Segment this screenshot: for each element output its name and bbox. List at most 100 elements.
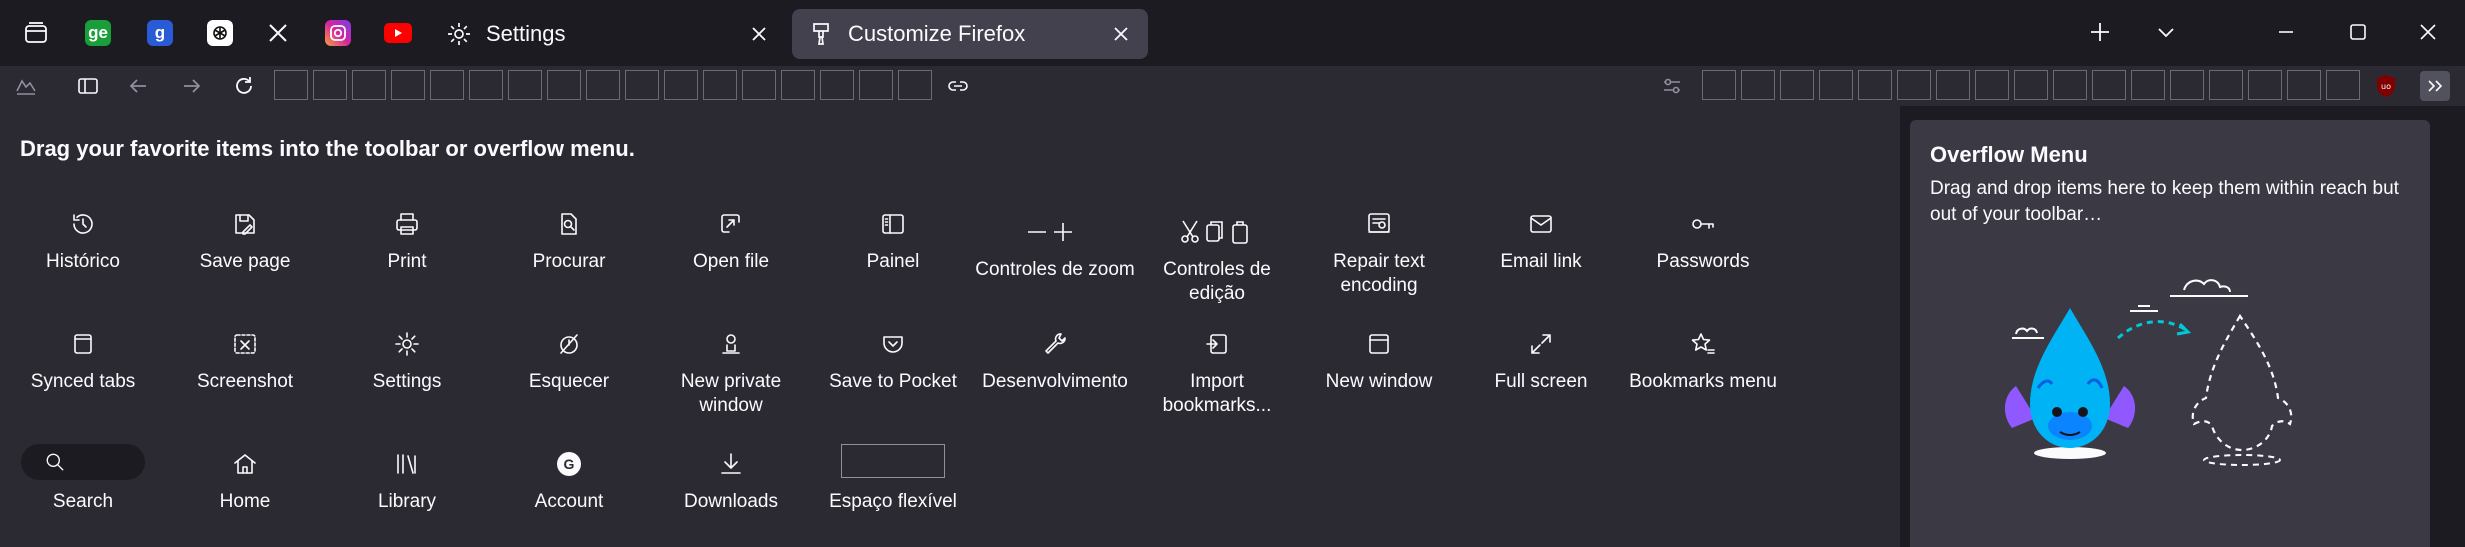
- palette-item-library[interactable]: Library: [326, 444, 488, 514]
- palette-item-search[interactable]: Search: [2, 444, 164, 514]
- palette-item-new-window[interactable]: New window: [1298, 324, 1460, 394]
- palette-item-flexible-space[interactable]: Espaço flexível: [812, 444, 974, 514]
- toolbar-spacer[interactable]: [2131, 70, 2165, 100]
- tab-customize-firefox[interactable]: Customize Firefox: [792, 9, 1148, 59]
- toolbar-spacer[interactable]: [313, 70, 347, 100]
- ublock-button[interactable]: uo: [2370, 70, 2402, 102]
- wrench-icon: [1045, 333, 1066, 354]
- toolbar-spacer[interactable]: [430, 70, 464, 100]
- svg-text:uo: uo: [2381, 82, 2391, 91]
- pinned-tab-x[interactable]: [258, 13, 298, 53]
- minimize-button[interactable]: [2262, 10, 2310, 54]
- palette-item-developer[interactable]: Desenvolvimento: [974, 324, 1136, 394]
- tab-manager-button[interactable]: [16, 13, 56, 53]
- toolbar-spacer[interactable]: [820, 70, 854, 100]
- palette-item-find[interactable]: Procurar: [488, 204, 650, 274]
- palette-item-synced-tabs[interactable]: Synced tabs: [2, 324, 164, 394]
- palette-item-settings[interactable]: Settings: [326, 324, 488, 394]
- palette-item-full-screen[interactable]: Full screen: [1460, 324, 1622, 394]
- item-label: Library: [377, 491, 437, 512]
- close-icon[interactable]: [1108, 21, 1134, 47]
- palette-item-save-page[interactable]: Save page: [164, 204, 326, 274]
- toolbar-spacer[interactable]: [625, 70, 659, 100]
- list-all-tabs-button[interactable]: [2142, 10, 2190, 54]
- toolbar-spacer[interactable]: [2053, 70, 2087, 100]
- toolbar-spacer[interactable]: [586, 70, 620, 100]
- palette-item-save-to-pocket[interactable]: Save to Pocket: [812, 324, 974, 394]
- toolbar-spacer[interactable]: [2170, 70, 2204, 100]
- toolbar-settings-button[interactable]: [1656, 70, 1688, 102]
- pinned-tab-g[interactable]: g: [140, 13, 180, 53]
- toolbar-spacer[interactable]: [274, 70, 308, 100]
- palette-item-downloads[interactable]: Downloads: [650, 444, 812, 514]
- toolbar-spacer[interactable]: [781, 70, 815, 100]
- palette-item-zoom-controls[interactable]: Controles de zoom: [974, 212, 1136, 282]
- palette-item-email-link[interactable]: Email link: [1460, 204, 1622, 274]
- palette-item-forget[interactable]: Esquecer: [488, 324, 650, 394]
- overflow-menu-panel[interactable]: Overflow Menu Drag and drop items here t…: [1910, 120, 2430, 547]
- overflow-menu-button[interactable]: [2420, 71, 2450, 101]
- pinned-tab-instagram[interactable]: [318, 13, 358, 53]
- new-tab-button[interactable]: [2076, 10, 2124, 54]
- palette-item-account[interactable]: G Account: [488, 444, 650, 514]
- open-file-icon: [721, 214, 740, 233]
- palette-item-passwords[interactable]: Passwords: [1622, 204, 1784, 274]
- palette-item-home[interactable]: Home: [164, 444, 326, 514]
- tab-title: Customize Firefox: [848, 21, 1026, 46]
- palette-item-bookmarks-menu[interactable]: Bookmarks menu: [1622, 324, 1784, 394]
- toolbar-spacer[interactable]: [2248, 70, 2282, 100]
- link-button[interactable]: [942, 70, 974, 102]
- close-icon[interactable]: [746, 21, 772, 47]
- sidebar-toggle-button[interactable]: [72, 70, 104, 102]
- pinned-tab-youtube[interactable]: [378, 13, 418, 53]
- tab-settings[interactable]: Settings: [430, 9, 786, 59]
- item-label: Esquecer: [528, 371, 610, 392]
- home-icon: [234, 454, 256, 474]
- reload-button[interactable]: [228, 70, 260, 102]
- palette-item-repair-text-encoding[interactable]: Repair text encoding: [1298, 204, 1460, 298]
- toolbar-spacer[interactable]: [1897, 70, 1931, 100]
- toolbar-spacer[interactable]: [664, 70, 698, 100]
- toolbar-spacer[interactable]: [2326, 70, 2360, 100]
- toolbar-spacer[interactable]: [1975, 70, 2009, 100]
- toolbar-spacer[interactable]: [859, 70, 893, 100]
- toolbar-spacer[interactable]: [2287, 70, 2321, 100]
- zoom-controls-icon: [1028, 223, 1072, 241]
- palette-item-open-file[interactable]: Open file: [650, 204, 812, 274]
- palette-item-sidebar[interactable]: Painel: [812, 204, 974, 274]
- toolbar-spacer[interactable]: [352, 70, 386, 100]
- palette-item-import-bookmarks[interactable]: Import bookmarks...: [1136, 324, 1298, 418]
- maximize-button[interactable]: [2334, 10, 2382, 54]
- palette-item-edit-controls[interactable]: Controles de edição: [1136, 212, 1298, 306]
- chevron-double-right-icon: [2428, 80, 2443, 92]
- pinned-tab-chatgpt[interactable]: [200, 13, 240, 53]
- toolbar-spacer[interactable]: [898, 70, 932, 100]
- toolbar-spacer[interactable]: [1858, 70, 1892, 100]
- toolbar-spacer[interactable]: [1780, 70, 1814, 100]
- toolbar-spacer[interactable]: [1936, 70, 1970, 100]
- toolbar-spacer[interactable]: [508, 70, 542, 100]
- forward-button[interactable]: [176, 70, 208, 102]
- pinned-tab-ge[interactable]: ge: [78, 13, 118, 53]
- palette-item-history[interactable]: Histórico: [2, 204, 164, 274]
- firefox-view-button[interactable]: [10, 70, 42, 102]
- toolbar-spacer[interactable]: [391, 70, 425, 100]
- palette-item-new-private-window[interactable]: New private window: [650, 324, 812, 418]
- toolbar-spacer[interactable]: [547, 70, 581, 100]
- gear-icon: [395, 332, 419, 356]
- toolbar-spacer[interactable]: [469, 70, 503, 100]
- close-window-button[interactable]: [2404, 10, 2452, 54]
- toolbar-spacer[interactable]: [2092, 70, 2126, 100]
- toolbar-spacer[interactable]: [1702, 70, 1736, 100]
- palette-item-screenshot[interactable]: Screenshot: [164, 324, 326, 394]
- toolbar-spacer[interactable]: [1741, 70, 1775, 100]
- toolbar-spacer[interactable]: [703, 70, 737, 100]
- sliders-icon: [1664, 78, 1680, 94]
- item-label: New private window: [680, 371, 782, 416]
- palette-item-print[interactable]: Print: [326, 204, 488, 274]
- toolbar-spacer[interactable]: [742, 70, 776, 100]
- toolbar-spacer[interactable]: [2209, 70, 2243, 100]
- toolbar-spacer[interactable]: [2014, 70, 2048, 100]
- toolbar-spacer[interactable]: [1819, 70, 1853, 100]
- back-button[interactable]: [122, 70, 154, 102]
